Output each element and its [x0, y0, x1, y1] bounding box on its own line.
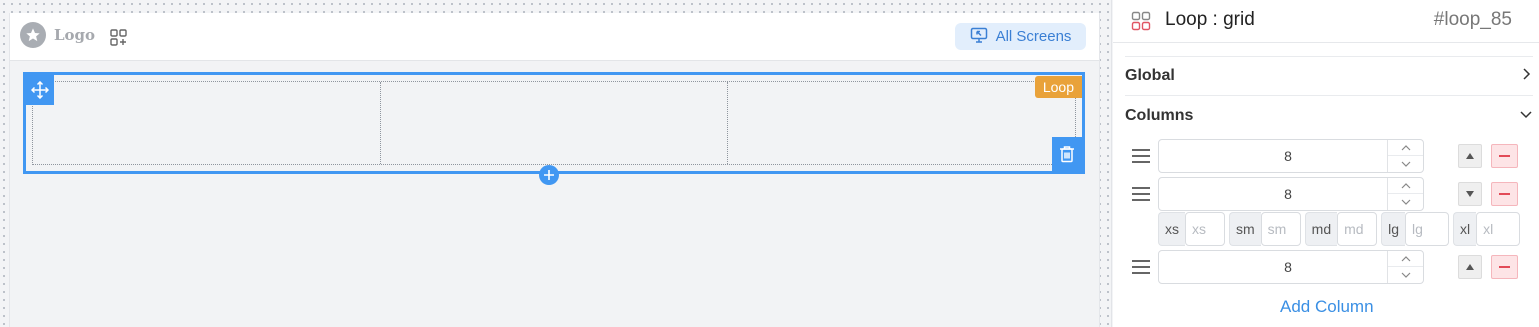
remove-column-button[interactable]: [1491, 182, 1518, 206]
loop-tag: Loop: [1034, 76, 1082, 98]
logo-text: Logo: [54, 26, 96, 44]
chevron-up-icon[interactable]: [1388, 140, 1423, 156]
chevron-up-icon[interactable]: [1388, 251, 1423, 267]
add-column-button[interactable]: Add Column: [1280, 297, 1374, 317]
breakpoint-lg: lg lg: [1381, 212, 1450, 246]
star-icon: [20, 22, 46, 48]
breakpoint-xl-input[interactable]: xl: [1476, 212, 1521, 246]
breakpoint-sm-input[interactable]: sm: [1260, 212, 1301, 246]
column-width-stepper[interactable]: [1387, 251, 1423, 283]
loop-column[interactable]: [728, 82, 1075, 164]
minus-icon: [1499, 193, 1510, 195]
chevron-right-icon: [1519, 67, 1533, 86]
move-icon[interactable]: [26, 75, 54, 105]
all-screens-label: All Screens: [995, 28, 1072, 45]
column-width-input[interactable]: 8: [1158, 139, 1424, 173]
breakpoint-label: sm: [1229, 212, 1261, 246]
breakpoint-label: xl: [1453, 212, 1477, 246]
all-screens-button[interactable]: All Screens: [955, 23, 1086, 50]
apps-add-icon[interactable]: [109, 28, 129, 48]
panel-header: Loop : grid #loop_85: [1113, 0, 1539, 43]
remove-column-button[interactable]: [1491, 255, 1518, 279]
loop-grid[interactable]: [32, 81, 1076, 165]
arrow-up-icon: [1466, 153, 1474, 159]
logo: Logo: [20, 22, 95, 48]
column-row: 8: [1131, 139, 1521, 173]
column-width-input[interactable]: 8: [1158, 177, 1424, 211]
remove-column-button[interactable]: [1491, 144, 1518, 168]
breakpoint-label: lg: [1381, 212, 1406, 246]
screen-icon: [970, 27, 988, 47]
section-columns-label: Columns: [1125, 107, 1194, 124]
breakpoint-sm: sm sm: [1229, 212, 1301, 246]
column-width-stepper[interactable]: [1387, 140, 1423, 172]
arrow-up-icon: [1466, 264, 1474, 270]
loop-column[interactable]: [33, 82, 381, 164]
breakpoint-label: md: [1304, 212, 1338, 246]
breakpoint-md-input[interactable]: md: [1337, 212, 1378, 246]
minus-icon: [1499, 155, 1510, 157]
breakpoint-xs-input[interactable]: xs: [1185, 212, 1225, 246]
chevron-up-icon[interactable]: [1388, 178, 1423, 194]
properties-panel: Loop : grid #loop_85 Global Columns 8 8 …: [1113, 0, 1539, 327]
loop-grid-selection[interactable]: Loop: [23, 72, 1085, 174]
screen-frame: Logo All Screens Loop: [9, 13, 1100, 327]
move-up-button[interactable]: [1458, 144, 1482, 168]
grid-icon: [1131, 11, 1151, 31]
drag-handle-icon[interactable]: [1131, 148, 1151, 164]
plus-icon[interactable]: [539, 165, 559, 185]
chevron-down-icon[interactable]: [1388, 267, 1423, 283]
minus-icon: [1499, 266, 1510, 268]
breakpoint-row: xs xs sm sm md md lg lg xl xl: [1158, 212, 1524, 246]
column-row: 8: [1131, 177, 1521, 211]
chevron-down-icon: [1519, 107, 1533, 126]
column-row: 8: [1131, 250, 1521, 284]
drag-handle-icon[interactable]: [1131, 259, 1151, 275]
drag-handle-icon[interactable]: [1131, 186, 1151, 202]
breakpoint-md: md md: [1304, 212, 1378, 246]
breakpoint-lg-input[interactable]: lg: [1405, 212, 1450, 246]
column-width-value: 8: [1284, 148, 1292, 164]
loop-column[interactable]: [381, 82, 729, 164]
section-global-label: Global: [1125, 67, 1175, 84]
column-width-input[interactable]: 8: [1158, 250, 1424, 284]
app-bar: Logo All Screens: [10, 13, 1099, 61]
chevron-down-icon[interactable]: [1388, 194, 1423, 210]
column-width-stepper[interactable]: [1387, 178, 1423, 210]
chevron-down-icon[interactable]: [1388, 156, 1423, 172]
trash-icon[interactable]: [1052, 137, 1082, 171]
column-width-value: 8: [1284, 186, 1292, 202]
move-up-button[interactable]: [1458, 255, 1482, 279]
breakpoint-label: xs: [1158, 212, 1185, 246]
column-width-value: 8: [1284, 259, 1292, 275]
breakpoint-xl: xl xl: [1453, 212, 1521, 246]
panel-title: Loop : grid: [1165, 9, 1255, 30]
breakpoint-xs: xs xs: [1158, 212, 1225, 246]
design-canvas[interactable]: Logo All Screens Loop: [0, 0, 1112, 327]
section-columns[interactable]: Columns: [1125, 96, 1533, 136]
arrow-down-icon: [1466, 191, 1474, 197]
section-global[interactable]: Global: [1125, 56, 1533, 96]
move-down-button[interactable]: [1458, 182, 1482, 206]
element-id: #loop_85: [1433, 9, 1512, 30]
